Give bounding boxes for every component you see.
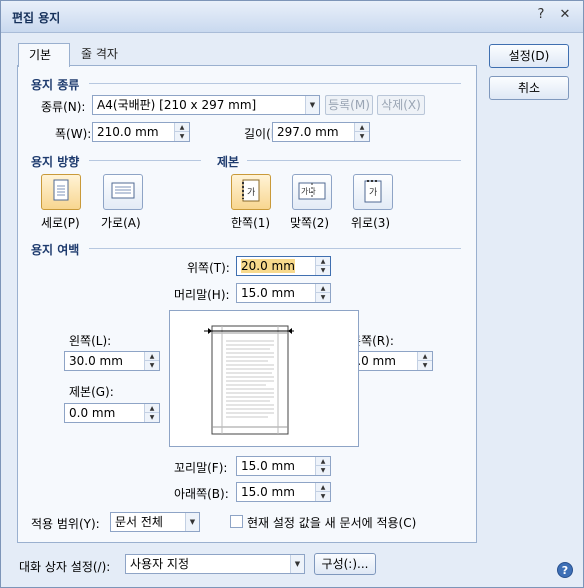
landscape-page-icon — [111, 182, 135, 199]
landscape-label: 가로(A) — [101, 216, 141, 230]
gutter-margin-label: 제본(G): — [69, 385, 114, 399]
section-divider — [89, 83, 461, 84]
tab-line-grid[interactable]: 줄 격자 — [71, 43, 128, 66]
paper-kind-select[interactable]: A4(국배판) [210 x 297 mm] ▼ — [92, 95, 320, 115]
footer-margin-stepper[interactable]: 15.0 mm ▲ ▼ — [236, 456, 331, 476]
binding-facing-icon-text: 가나 — [301, 187, 316, 196]
spin-up-icon[interactable]: ▲ — [175, 123, 189, 132]
header-margin-value: 15.0 mm — [241, 286, 295, 300]
left-margin-label: 왼쪽(L): — [69, 334, 112, 348]
section-divider — [89, 160, 201, 161]
section-divider — [247, 160, 461, 161]
spin-down-icon[interactable]: ▼ — [355, 132, 369, 141]
cancel-button[interactable]: 취소 — [489, 76, 569, 100]
spin-down-icon[interactable]: ▼ — [418, 361, 432, 370]
binding-top-button[interactable]: 가 — [353, 174, 393, 210]
help-icon[interactable]: ? — [533, 7, 549, 23]
page-setup-dialog: 편집 용지 ? ✕ 기본 줄 격자 설정(D) 취소 용지 종류 종류(N): … — [0, 0, 584, 588]
apply-to-new-doc-checkbox[interactable] — [230, 515, 243, 528]
spin-up-icon[interactable]: ▲ — [418, 352, 432, 361]
length-stepper[interactable]: 297.0 mm ▲ ▼ — [272, 122, 370, 142]
chevron-down-icon: ▼ — [290, 555, 304, 573]
top-margin-label: 위쪽(T): — [187, 261, 230, 275]
spin-down-icon[interactable]: ▼ — [316, 466, 330, 475]
ok-button[interactable]: 설정(D) — [489, 44, 569, 68]
spin-down-icon[interactable]: ▼ — [175, 132, 189, 141]
binding-top-label: 위로(3) — [351, 216, 391, 230]
single-side-binding-icon: 가 — [242, 179, 260, 202]
delete-button[interactable]: 삭제(X) — [377, 95, 425, 115]
binding-single-icon-text: 가 — [247, 187, 255, 198]
landscape-button[interactable] — [103, 174, 143, 210]
left-margin-stepper[interactable]: 30.0 mm ▲ ▼ — [64, 351, 160, 371]
portrait-page-icon — [53, 179, 69, 201]
spin-down-icon[interactable]: ▼ — [316, 492, 330, 501]
dialog-setting-select[interactable]: 사용자 지정 ▼ — [125, 554, 305, 574]
spin-up-icon[interactable]: ▲ — [145, 404, 159, 413]
binding-single-label: 한쪽(1) — [231, 216, 271, 230]
facing-pages-binding-icon: 가나 — [298, 182, 326, 200]
binding-single-button[interactable]: 가 — [231, 174, 271, 210]
page-layout-preview-graphic — [204, 325, 294, 435]
top-binding-icon: 가 — [364, 180, 382, 203]
portrait-label: 세로(P) — [41, 216, 80, 230]
left-margin-value: 30.0 mm — [69, 354, 123, 368]
bottom-margin-value: 15.0 mm — [241, 485, 295, 499]
section-divider — [89, 248, 461, 249]
length-value: 297.0 mm — [277, 125, 339, 139]
width-value: 210.0 mm — [97, 125, 159, 139]
spin-down-icon[interactable]: ▼ — [145, 413, 159, 422]
binding-facing-label: 맞쪽(2) — [290, 216, 330, 230]
binding-facing-button[interactable]: 가나 — [292, 174, 332, 210]
binding-top-icon-text: 가 — [369, 187, 377, 198]
spin-up-icon[interactable]: ▲ — [145, 352, 159, 361]
spin-up-icon[interactable]: ▲ — [316, 257, 330, 266]
bottom-margin-stepper[interactable]: 15.0 mm ▲ ▼ — [236, 482, 331, 502]
bottom-margin-label: 아래쪽(B): — [174, 487, 229, 501]
spin-up-icon[interactable]: ▲ — [316, 457, 330, 466]
register-button[interactable]: 등록(M) — [325, 95, 373, 115]
title-bar: 편집 용지 ? ✕ — [1, 1, 583, 33]
apply-range-select[interactable]: 문서 전체 ▼ — [110, 512, 200, 532]
paper-type-section-title: 용지 종류 — [31, 78, 80, 92]
spin-up-icon[interactable]: ▲ — [355, 123, 369, 132]
close-icon[interactable]: ✕ — [557, 7, 573, 23]
footer-margin-label: 꼬리말(F): — [174, 461, 228, 475]
header-margin-stepper[interactable]: 15.0 mm ▲ ▼ — [236, 283, 331, 303]
chevron-down-icon: ▼ — [305, 96, 319, 114]
page-preview — [169, 310, 359, 447]
top-margin-stepper[interactable]: 20.0 mm ▲ ▼ — [236, 256, 331, 276]
gutter-margin-value: 0.0 mm — [69, 406, 116, 420]
spin-down-icon[interactable]: ▼ — [145, 361, 159, 370]
gutter-margin-stepper[interactable]: 0.0 mm ▲ ▼ — [64, 403, 160, 423]
paper-kind-label: 종류(N): — [41, 100, 86, 114]
binding-section-title: 제본 — [217, 155, 240, 169]
footer-margin-value: 15.0 mm — [241, 459, 295, 473]
tab-basic[interactable]: 기본 — [18, 43, 70, 67]
spin-down-icon[interactable]: ▼ — [316, 266, 330, 275]
spin-up-icon[interactable]: ▲ — [316, 483, 330, 492]
chevron-down-icon: ▼ — [185, 513, 199, 531]
width-label: 폭(W): — [55, 127, 92, 141]
dialog-setting-label: 대화 상자 설정(/): — [19, 560, 111, 574]
orientation-section-title: 용지 방향 — [31, 155, 80, 169]
dialog-title: 편집 용지 — [12, 11, 61, 25]
spin-down-icon[interactable]: ▼ — [316, 293, 330, 302]
top-margin-value: 20.0 mm — [241, 259, 295, 273]
portrait-button[interactable] — [41, 174, 81, 210]
apply-range-value: 문서 전체 — [115, 515, 163, 529]
paper-kind-value: A4(국배판) [210 x 297 mm] — [97, 98, 257, 112]
help-icon[interactable]: ? — [557, 562, 573, 578]
apply-range-label: 적용 범위(Y): — [31, 517, 100, 531]
width-stepper[interactable]: 210.0 mm ▲ ▼ — [92, 122, 190, 142]
apply-to-new-doc-label: 현재 설정 값을 새 문서에 적용(C) — [247, 516, 417, 530]
header-margin-label: 머리말(H): — [174, 288, 230, 302]
margins-section-title: 용지 여백 — [31, 243, 80, 257]
dialog-setting-value: 사용자 지정 — [130, 557, 190, 571]
spin-up-icon[interactable]: ▲ — [316, 284, 330, 293]
config-button[interactable]: 구성(:)... — [314, 553, 376, 575]
